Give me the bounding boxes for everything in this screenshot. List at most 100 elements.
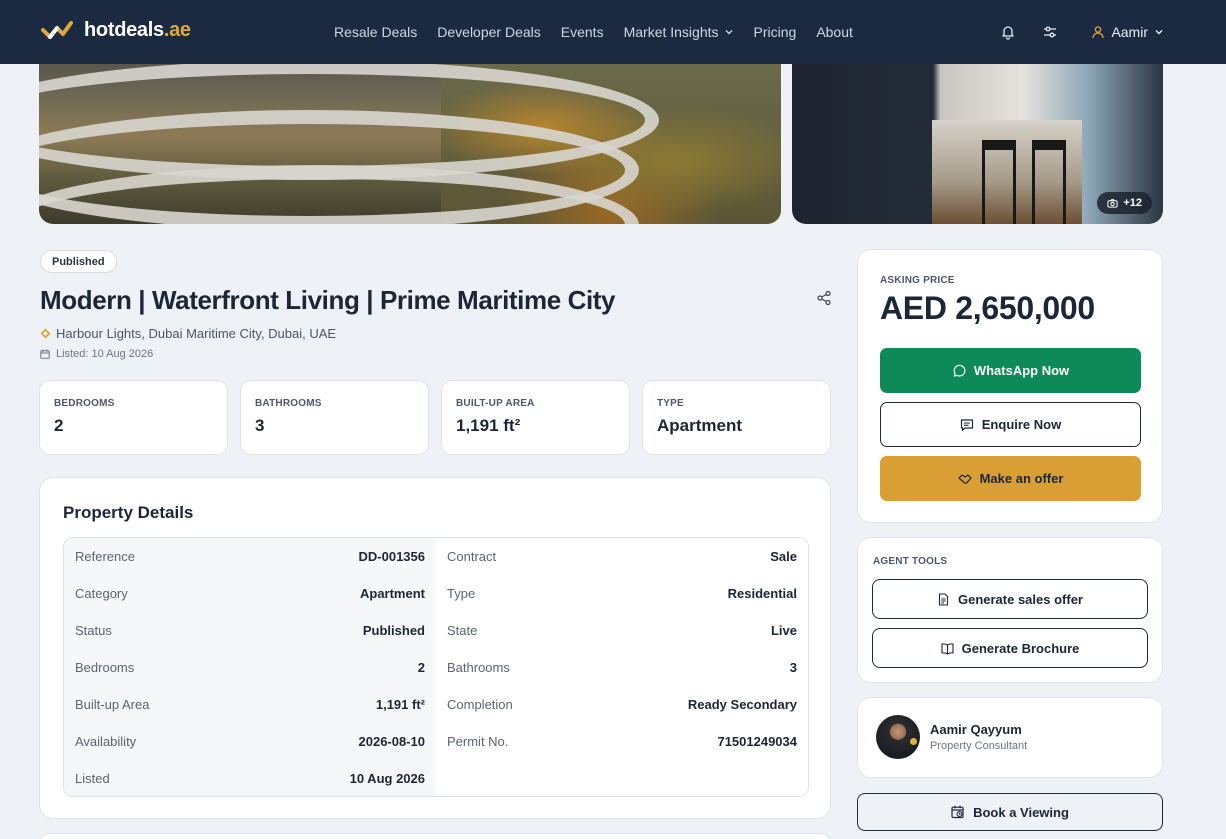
sliders-icon: [1044, 26, 1057, 38]
location: Harbour Lights, Dubai Maritime City, Dub…: [40, 326, 336, 341]
property-details-card: Property Details Reference DD-001356 Cont…: [39, 477, 831, 819]
detail-value: Live: [770, 623, 797, 638]
detail-key: Category: [75, 586, 128, 601]
nav-market-insights[interactable]: Market Insights: [624, 24, 734, 40]
share-icon[interactable]: [816, 290, 832, 306]
detail-cell: Permit No. 71501249034: [436, 723, 808, 760]
book-viewing-label: Book a Viewing: [973, 804, 1069, 820]
user-menu[interactable]: Aamir: [1091, 24, 1164, 40]
agent-role: Property Consultant: [930, 740, 1028, 752]
price-card: ASKING PRICE AED 2,650,000 WhatsApp Now …: [857, 249, 1163, 523]
detail-key: Contract: [447, 549, 497, 564]
nav-actions: Aamir: [977, 0, 1164, 64]
secondary-photo[interactable]: +12: [792, 40, 1163, 224]
detail-value: 1,191 ft²: [375, 697, 425, 712]
table-row: Bedrooms 2 Bathrooms 3: [64, 649, 808, 686]
detail-cell: Listed 10 Aug 2026: [64, 760, 436, 796]
detail-cell: Bedrooms 2: [64, 649, 436, 686]
whatsapp-icon: [953, 364, 966, 377]
table-row: Availability 2026-08-10 Permit No. 7150124…: [64, 723, 808, 760]
detail-key: Completion: [447, 697, 513, 712]
detail-key: Reference: [75, 549, 135, 564]
stool: [982, 140, 1016, 224]
generate-sales-offer-button[interactable]: Generate sales offer: [872, 579, 1148, 619]
table-row: Status Published State Live: [64, 612, 808, 649]
stat-bathrooms: BATHROOMS 3: [240, 380, 429, 455]
table-row: Listed 10 Aug 2026: [64, 760, 808, 796]
calendar-clock-icon: [951, 805, 964, 819]
book-viewing-button[interactable]: Book a Viewing: [857, 793, 1163, 831]
property-details-heading: Property Details: [63, 503, 194, 522]
status-badge: Published: [40, 250, 117, 273]
stat-label: BEDROOMS: [54, 398, 115, 409]
filters-button[interactable]: [1039, 21, 1061, 43]
generate-brochure-button[interactable]: Generate Brochure: [872, 628, 1148, 668]
logo-text: hotdeals.ae: [84, 18, 191, 41]
make-offer-label: Make an offer: [979, 471, 1064, 486]
detail-value: 3: [789, 660, 797, 675]
nav-about[interactable]: About: [816, 24, 853, 40]
detail-key: Built-up Area: [75, 697, 150, 712]
detail-value: 10 Aug 2026: [349, 771, 425, 786]
agent-tools-label: AGENT TOOLS: [873, 556, 948, 567]
stat-built-up-area: BUILT-UP AREA 1,191 ft²: [441, 380, 630, 455]
logo[interactable]: hotdeals.ae: [40, 16, 191, 44]
generate-brochure-label: Generate Brochure: [961, 640, 1080, 656]
book-icon: [941, 642, 954, 655]
detail-key: Status: [75, 623, 112, 638]
detail-value: Apartment: [359, 586, 425, 601]
stat-value: 1,191 ft²: [456, 416, 521, 435]
agent-name: Aamir Qayyum: [930, 722, 1022, 737]
asking-price: AED 2,650,000: [880, 290, 1095, 326]
notifications-button[interactable]: [997, 21, 1019, 43]
next-section-card: [39, 833, 831, 839]
page-title: Modern | Waterfront Living | Prime Marit…: [40, 285, 616, 315]
chevron-down-icon: [725, 30, 733, 35]
photo-count-text: +12: [1123, 197, 1142, 209]
stat-value: 2: [54, 416, 64, 435]
stat-label: BATHROOMS: [255, 398, 322, 409]
table-row: Built-up Area 1,191 ft² Completion Ready S…: [64, 686, 808, 723]
bell-icon: [1002, 26, 1015, 40]
more-photos-badge[interactable]: +12: [1097, 192, 1152, 214]
detail-key: Listed: [75, 771, 110, 786]
price-label: ASKING PRICE: [880, 275, 955, 286]
stool: [1032, 140, 1066, 224]
detail-key: Availability: [75, 734, 137, 749]
nav-resale-deals[interactable]: Resale Deals: [334, 24, 417, 40]
detail-cell: Bathrooms 3: [436, 649, 808, 686]
detail-cell: Category Apartment: [64, 575, 436, 612]
detail-value: 71501249034: [717, 734, 797, 749]
detail-key: Bedrooms: [75, 660, 135, 675]
make-offer-button[interactable]: Make an offer: [880, 456, 1141, 501]
handshake-icon: [957, 473, 972, 484]
whatsapp-button[interactable]: WhatsApp Now: [880, 348, 1141, 393]
stat-bedrooms: BEDROOMS 2: [39, 380, 228, 455]
top-navbar: hotdeals.ae Resale Deals Developer Deals…: [0, 0, 1226, 64]
main-photo[interactable]: [39, 40, 781, 224]
agent-card[interactable]: Aamir Qayyum Property Consultant: [857, 697, 1163, 778]
detail-cell: Completion Ready Secondary: [436, 686, 808, 723]
nav-pricing[interactable]: Pricing: [754, 24, 797, 40]
user-name: Aamir: [1111, 24, 1148, 40]
enquire-label: Enquire Now: [981, 417, 1062, 432]
whatsapp-label: WhatsApp Now: [973, 363, 1070, 378]
table-row: Reference DD-001356 Contract Sale: [64, 538, 808, 575]
detail-value: Ready Secondary: [687, 697, 797, 712]
main-menu: Resale Deals Developer Deals Events Mark…: [334, 0, 873, 64]
stat-label: BUILT-UP AREA: [456, 398, 535, 409]
detail-key: Type: [447, 586, 476, 601]
detail-cell: Contract Sale: [436, 538, 808, 575]
detail-value: 2026-08-10: [358, 734, 426, 749]
calendar-icon: [40, 349, 50, 359]
detail-cell: State Live: [436, 612, 808, 649]
generate-sales-offer-label: Generate sales offer: [957, 591, 1083, 607]
nav-events[interactable]: Events: [561, 24, 604, 40]
detail-value: Published: [362, 623, 425, 638]
nav-developer-deals[interactable]: Developer Deals: [437, 24, 541, 40]
detail-value: DD-001356: [358, 549, 426, 564]
enquire-button[interactable]: Enquire Now: [880, 402, 1141, 447]
online-indicator: [910, 738, 917, 745]
table-row: Category Apartment Type Residential: [64, 575, 808, 612]
detail-cell: Availability 2026-08-10: [64, 723, 436, 760]
